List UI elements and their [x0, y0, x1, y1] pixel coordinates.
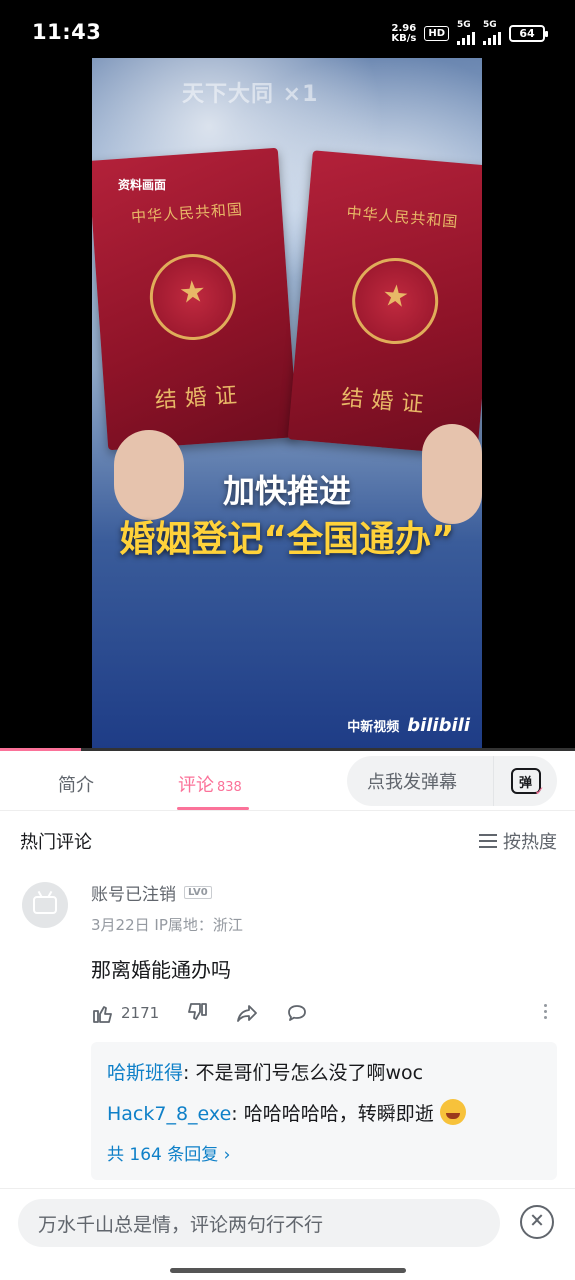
share-icon: [237, 1005, 258, 1022]
certificate-title: 结婚证: [154, 382, 246, 414]
signal-label: 5G: [483, 20, 497, 30]
sort-button[interactable]: 按热度: [479, 828, 557, 854]
reply-text: : 哈哈哈哈哈，转瞬即逝: [231, 1103, 434, 1125]
national-emblem-icon: [348, 254, 442, 348]
author-name: 账号已注销: [91, 885, 176, 905]
home-indicator[interactable]: [170, 1268, 406, 1273]
danmaku-toggle-button[interactable]: 弹: [493, 756, 557, 806]
tv-avatar-icon: [33, 896, 57, 914]
reply-item[interactable]: Hack7_8_exe: 哈哈哈哈哈，转瞬即逝: [107, 1099, 541, 1126]
comment-input[interactable]: 万水千山总是情，评论两句行不行: [18, 1199, 500, 1247]
bilibili-logo: bilibili: [407, 715, 470, 736]
video-caption-line1: 加快推进: [222, 472, 351, 510]
reply-author[interactable]: 哈斯班得: [107, 1062, 183, 1084]
comment-bubble-icon: [288, 1005, 307, 1021]
marriage-certificate-right: 中华人民共和国 结婚证: [287, 150, 482, 456]
hot-comments-header: 热门评论 按热度: [0, 812, 575, 866]
net-speed-value: 2.96: [391, 22, 417, 34]
signal-label: 5G: [457, 20, 471, 30]
video-watermark: 天下大同 ×1: [182, 82, 319, 107]
reply-text: : 不是哥们号怎么没了啊woc: [183, 1062, 424, 1084]
certificate-title: 结婚证: [340, 385, 433, 419]
marriage-certificate-left: 中华人民共和国 结婚证: [92, 147, 298, 451]
net-speed: 2.96 KB/s: [391, 22, 417, 44]
comment-actions: 2171: [91, 1000, 335, 1026]
tab-intro[interactable]: 简介: [58, 771, 94, 797]
dislike-button[interactable]: [185, 1001, 209, 1025]
more-options-icon[interactable]: [544, 1004, 547, 1019]
like-button[interactable]: 2171: [91, 1001, 159, 1025]
view-all-replies-link[interactable]: 共 164 条回复 ›: [107, 1140, 541, 1165]
status-time: 11:43: [32, 20, 102, 44]
danmaku-placeholder: 点我发弹幕: [367, 772, 457, 793]
thumbs-up-icon: [93, 1006, 112, 1023]
certificate-nation: 中华人民共和国: [345, 203, 460, 232]
video-caption-line2: 婚姻登记“全国通办”: [119, 519, 455, 560]
certificate-nation: 中华人民共和国: [130, 200, 244, 227]
sort-label: 按热度: [503, 832, 557, 853]
comment-author[interactable]: 账号已注销 LV0: [91, 880, 212, 905]
level-badge: LV0: [184, 886, 212, 899]
laughing-emoji-icon: [439, 1099, 466, 1125]
comment-text: 那离婚能通办吗: [91, 958, 231, 982]
reply-author[interactable]: Hack7_8_exe: [107, 1103, 231, 1125]
tab-comments[interactable]: 评论 838: [178, 771, 242, 797]
danmaku-input[interactable]: 点我发弹幕 弹: [347, 756, 557, 806]
share-button[interactable]: [235, 1001, 259, 1025]
battery-icon: 64: [509, 25, 548, 42]
comment-meta: 3月22日 IP属地：浙江: [91, 914, 243, 935]
reply-item[interactable]: 哈斯班得: 不是哥们号怎么没了啊woc: [107, 1058, 541, 1085]
national-emblem-icon: [146, 251, 239, 343]
reply-preview[interactable]: 哈斯班得: 不是哥们号怎么没了啊woc Hack7_8_exe: 哈哈哈哈哈，转…: [91, 1042, 557, 1180]
video-channel-logo: 中新视频 bilibili: [347, 715, 470, 736]
hd-icon: HD: [424, 26, 449, 41]
tab-comments-label: 评论: [178, 775, 214, 796]
channel-name: 中新视频: [347, 720, 400, 735]
status-icons: 2.96 KB/s HD 5G 5G 64: [391, 20, 548, 45]
comment-date: 3月22日: [91, 916, 150, 934]
like-count: 2171: [121, 1004, 160, 1022]
signal-icon: 5G: [483, 20, 501, 45]
danmaku-icon: 弹: [510, 768, 545, 798]
net-speed-unit: KB/s: [391, 32, 417, 44]
comment-ip: IP属地：浙江: [154, 916, 243, 934]
video-player[interactable]: 天下大同 ×1 中华人民共和国 结婚证 中华人民共和国 结婚证 资料画面 加快推…: [92, 58, 482, 750]
avatar[interactable]: [22, 882, 68, 928]
comments-count: 838: [217, 780, 242, 795]
hot-comments-title: 热门评论: [20, 832, 92, 853]
source-tag: 资料画面: [118, 178, 167, 192]
sort-icon: [479, 834, 497, 848]
thumbs-down-icon: [188, 1003, 208, 1020]
reply-button[interactable]: [285, 1001, 309, 1025]
comment-input-bar: 万水千山总是情，评论两句行不行: [0, 1188, 575, 1280]
signal-icon: 5G: [457, 20, 475, 45]
tab-active-indicator: [177, 807, 249, 810]
emoji-icon[interactable]: [520, 1205, 554, 1239]
